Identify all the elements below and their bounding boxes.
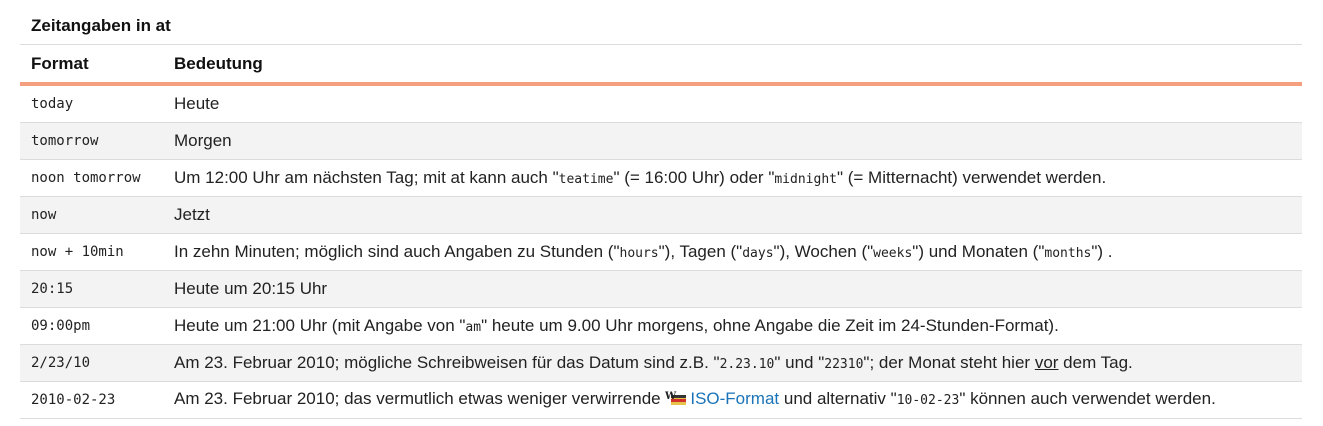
code-snippet: midnight: [774, 172, 837, 187]
table-caption: Zeitangaben in at: [20, 0, 1302, 45]
meaning-cell: In zehn Minuten; möglich sind auch Angab…: [163, 233, 1302, 271]
format-cell: tomorrow: [20, 122, 163, 160]
meaning-text: " (= Mitternacht) verwendet werden.: [836, 168, 1107, 187]
format-cell: 2010-02-23: [20, 381, 163, 419]
table-row: noon tomorrow Um 12:00 Uhr am nächsten T…: [20, 159, 1302, 197]
meaning-text: "), Wochen (": [773, 242, 874, 261]
format-cell: now + 10min: [20, 233, 163, 271]
header-meaning: Bedeutung: [163, 45, 1302, 86]
header-row: Format Bedeutung: [20, 45, 1302, 86]
meaning-text: " (= 16:00 Uhr) oder ": [613, 168, 775, 187]
table-row: now Jetzt: [20, 196, 1302, 234]
meaning-cell: Heute: [163, 84, 1302, 123]
format-cell: now: [20, 196, 163, 234]
meaning-text: und alternativ ": [779, 389, 897, 408]
meaning-text: Am 23. Februar 2010; das vermutlich etwa…: [174, 389, 666, 408]
svg-text:W: W: [665, 391, 677, 402]
header-format: Format: [20, 45, 163, 86]
code-snippet: 2.23.10: [719, 357, 775, 372]
meaning-text: dem Tag.: [1058, 353, 1133, 372]
meaning-cell: Am 23. Februar 2010; mögliche Schreibwei…: [163, 344, 1302, 382]
meaning-cell: Am 23. Februar 2010; das vermutlich etwa…: [163, 381, 1302, 419]
meaning-text: Heute um 21:00 Uhr (mit Angabe von ": [174, 316, 466, 335]
meaning-text: ") .: [1091, 242, 1113, 261]
time-formats-table-container: Zeitangaben in at Format Bedeutung today…: [20, 0, 1302, 419]
time-formats-table: Format Bedeutung today Heute tomorrow Mo…: [20, 45, 1302, 419]
code-snippet: days: [742, 246, 774, 261]
code-snippet: teatime: [558, 172, 614, 187]
table-row: 09:00pm Heute um 21:00 Uhr (mit Angabe v…: [20, 307, 1302, 345]
meaning-cell: Morgen: [163, 122, 1302, 160]
format-cell: noon tomorrow: [20, 159, 163, 197]
code-snippet: weeks: [873, 246, 913, 261]
format-cell: 2/23/10: [20, 344, 163, 382]
meaning-cell: Heute um 21:00 Uhr (mit Angabe von "am" …: [163, 307, 1302, 345]
underlined-text: vor: [1034, 353, 1059, 372]
table-row: 20:15 Heute um 20:15 Uhr: [20, 270, 1302, 308]
table-row: now + 10min In zehn Minuten; möglich sin…: [20, 233, 1302, 271]
table-row: 2/23/10 Am 23. Februar 2010; mögliche Sc…: [20, 344, 1302, 382]
wikipedia-icon: W: [664, 390, 687, 411]
meaning-text: Um 12:00 Uhr am nächsten Tag; mit at kan…: [174, 168, 559, 187]
iso-format-link[interactable]: ISO-Format: [690, 389, 779, 408]
format-cell: 09:00pm: [20, 307, 163, 345]
meaning-cell: Um 12:00 Uhr am nächsten Tag; mit at kan…: [163, 159, 1302, 197]
format-cell: today: [20, 84, 163, 123]
table-row: tomorrow Morgen: [20, 122, 1302, 160]
meaning-text: "), Tagen (": [658, 242, 743, 261]
code-snippet: hours: [619, 246, 659, 261]
meaning-text: Am 23. Februar 2010; mögliche Schreibwei…: [174, 353, 720, 372]
code-snippet: 10-02-23: [896, 393, 960, 408]
table-row: 2010-02-23 Am 23. Februar 2010; das verm…: [20, 381, 1302, 419]
code-snippet: months: [1044, 246, 1092, 261]
meaning-text: In zehn Minuten; möglich sind auch Angab…: [174, 242, 620, 261]
meaning-text: " heute um 9.00 Uhr morgens, ohne Angabe…: [481, 316, 1059, 335]
code-snippet: 22310: [824, 357, 864, 372]
meaning-cell: Jetzt: [163, 196, 1302, 234]
meaning-text: ") und Monaten (": [912, 242, 1045, 261]
table-row: today Heute: [20, 84, 1302, 123]
code-snippet: am: [465, 320, 482, 335]
format-cell: 20:15: [20, 270, 163, 308]
meaning-text: "; der Monat steht hier: [863, 353, 1035, 372]
meaning-cell: Heute um 20:15 Uhr: [163, 270, 1302, 308]
meaning-text: " können auch verwendet werden.: [959, 389, 1216, 408]
meaning-text: " und ": [774, 353, 825, 372]
